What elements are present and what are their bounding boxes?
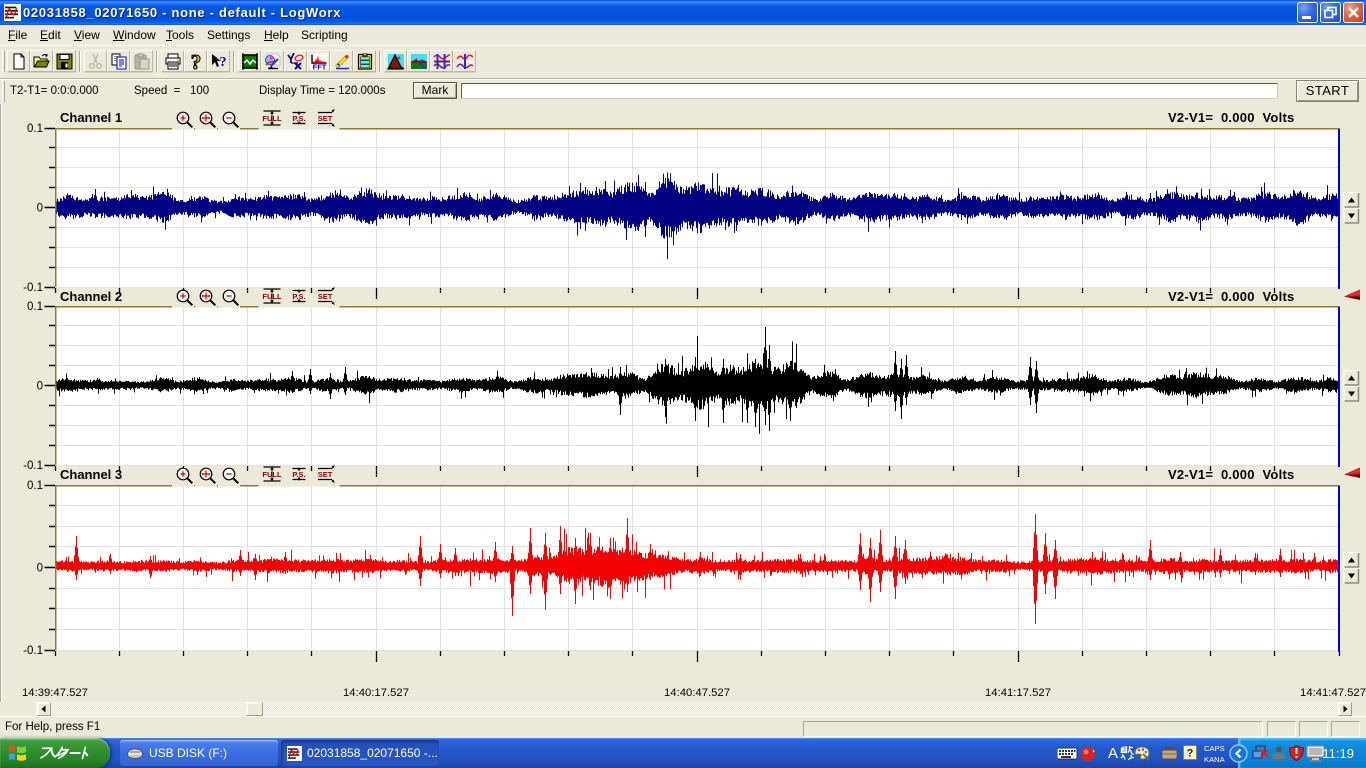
svg-text:V2-V1= 0.000 Volts: V2-V1= 0.000 Volts (1168, 110, 1295, 125)
svg-text:14:40:17.527: 14:40:17.527 (343, 687, 409, 699)
svg-text:Channel 3: Channel 3 (60, 467, 122, 482)
svg-text:Channel 2: Channel 2 (60, 289, 122, 304)
svg-text:14:41:17.527: 14:41:17.527 (985, 687, 1051, 699)
svg-text:0: 0 (37, 203, 43, 215)
svg-text:14:40:47.527: 14:40:47.527 (664, 687, 730, 699)
svg-text:0: 0 (37, 563, 43, 575)
svg-text:V2-V1= 0.000 Volts: V2-V1= 0.000 Volts (1168, 289, 1295, 304)
svg-text:-0.1: -0.1 (23, 645, 43, 657)
svg-text:KANA: KANA (1204, 755, 1226, 764)
svg-text:CAPS: CAPS (1204, 744, 1225, 753)
svg-text:?: ? (191, 53, 202, 70)
svg-text:-0.1: -0.1 (23, 282, 43, 294)
svg-text:V2-V1= 0.000 Volts: V2-V1= 0.000 Volts (1168, 467, 1295, 482)
svg-text:Channel 1: Channel 1 (60, 110, 122, 125)
svg-text:14:39:47.527: 14:39:47.527 (22, 687, 88, 699)
svg-text:0.1: 0.1 (27, 123, 43, 135)
svg-text:0.1: 0.1 (27, 480, 43, 492)
svg-text:A: A (1108, 745, 1118, 761)
svg-text:?: ? (220, 55, 227, 70)
svg-text:0: 0 (37, 381, 43, 393)
svg-text:?: ? (1187, 748, 1194, 760)
svg-text:14:41:47.527: 14:41:47.527 (1300, 687, 1366, 699)
svg-text:FFT: FFT (313, 63, 327, 71)
svg-text:0.1: 0.1 (27, 301, 43, 313)
svg-text:-0.1: -0.1 (23, 460, 43, 472)
